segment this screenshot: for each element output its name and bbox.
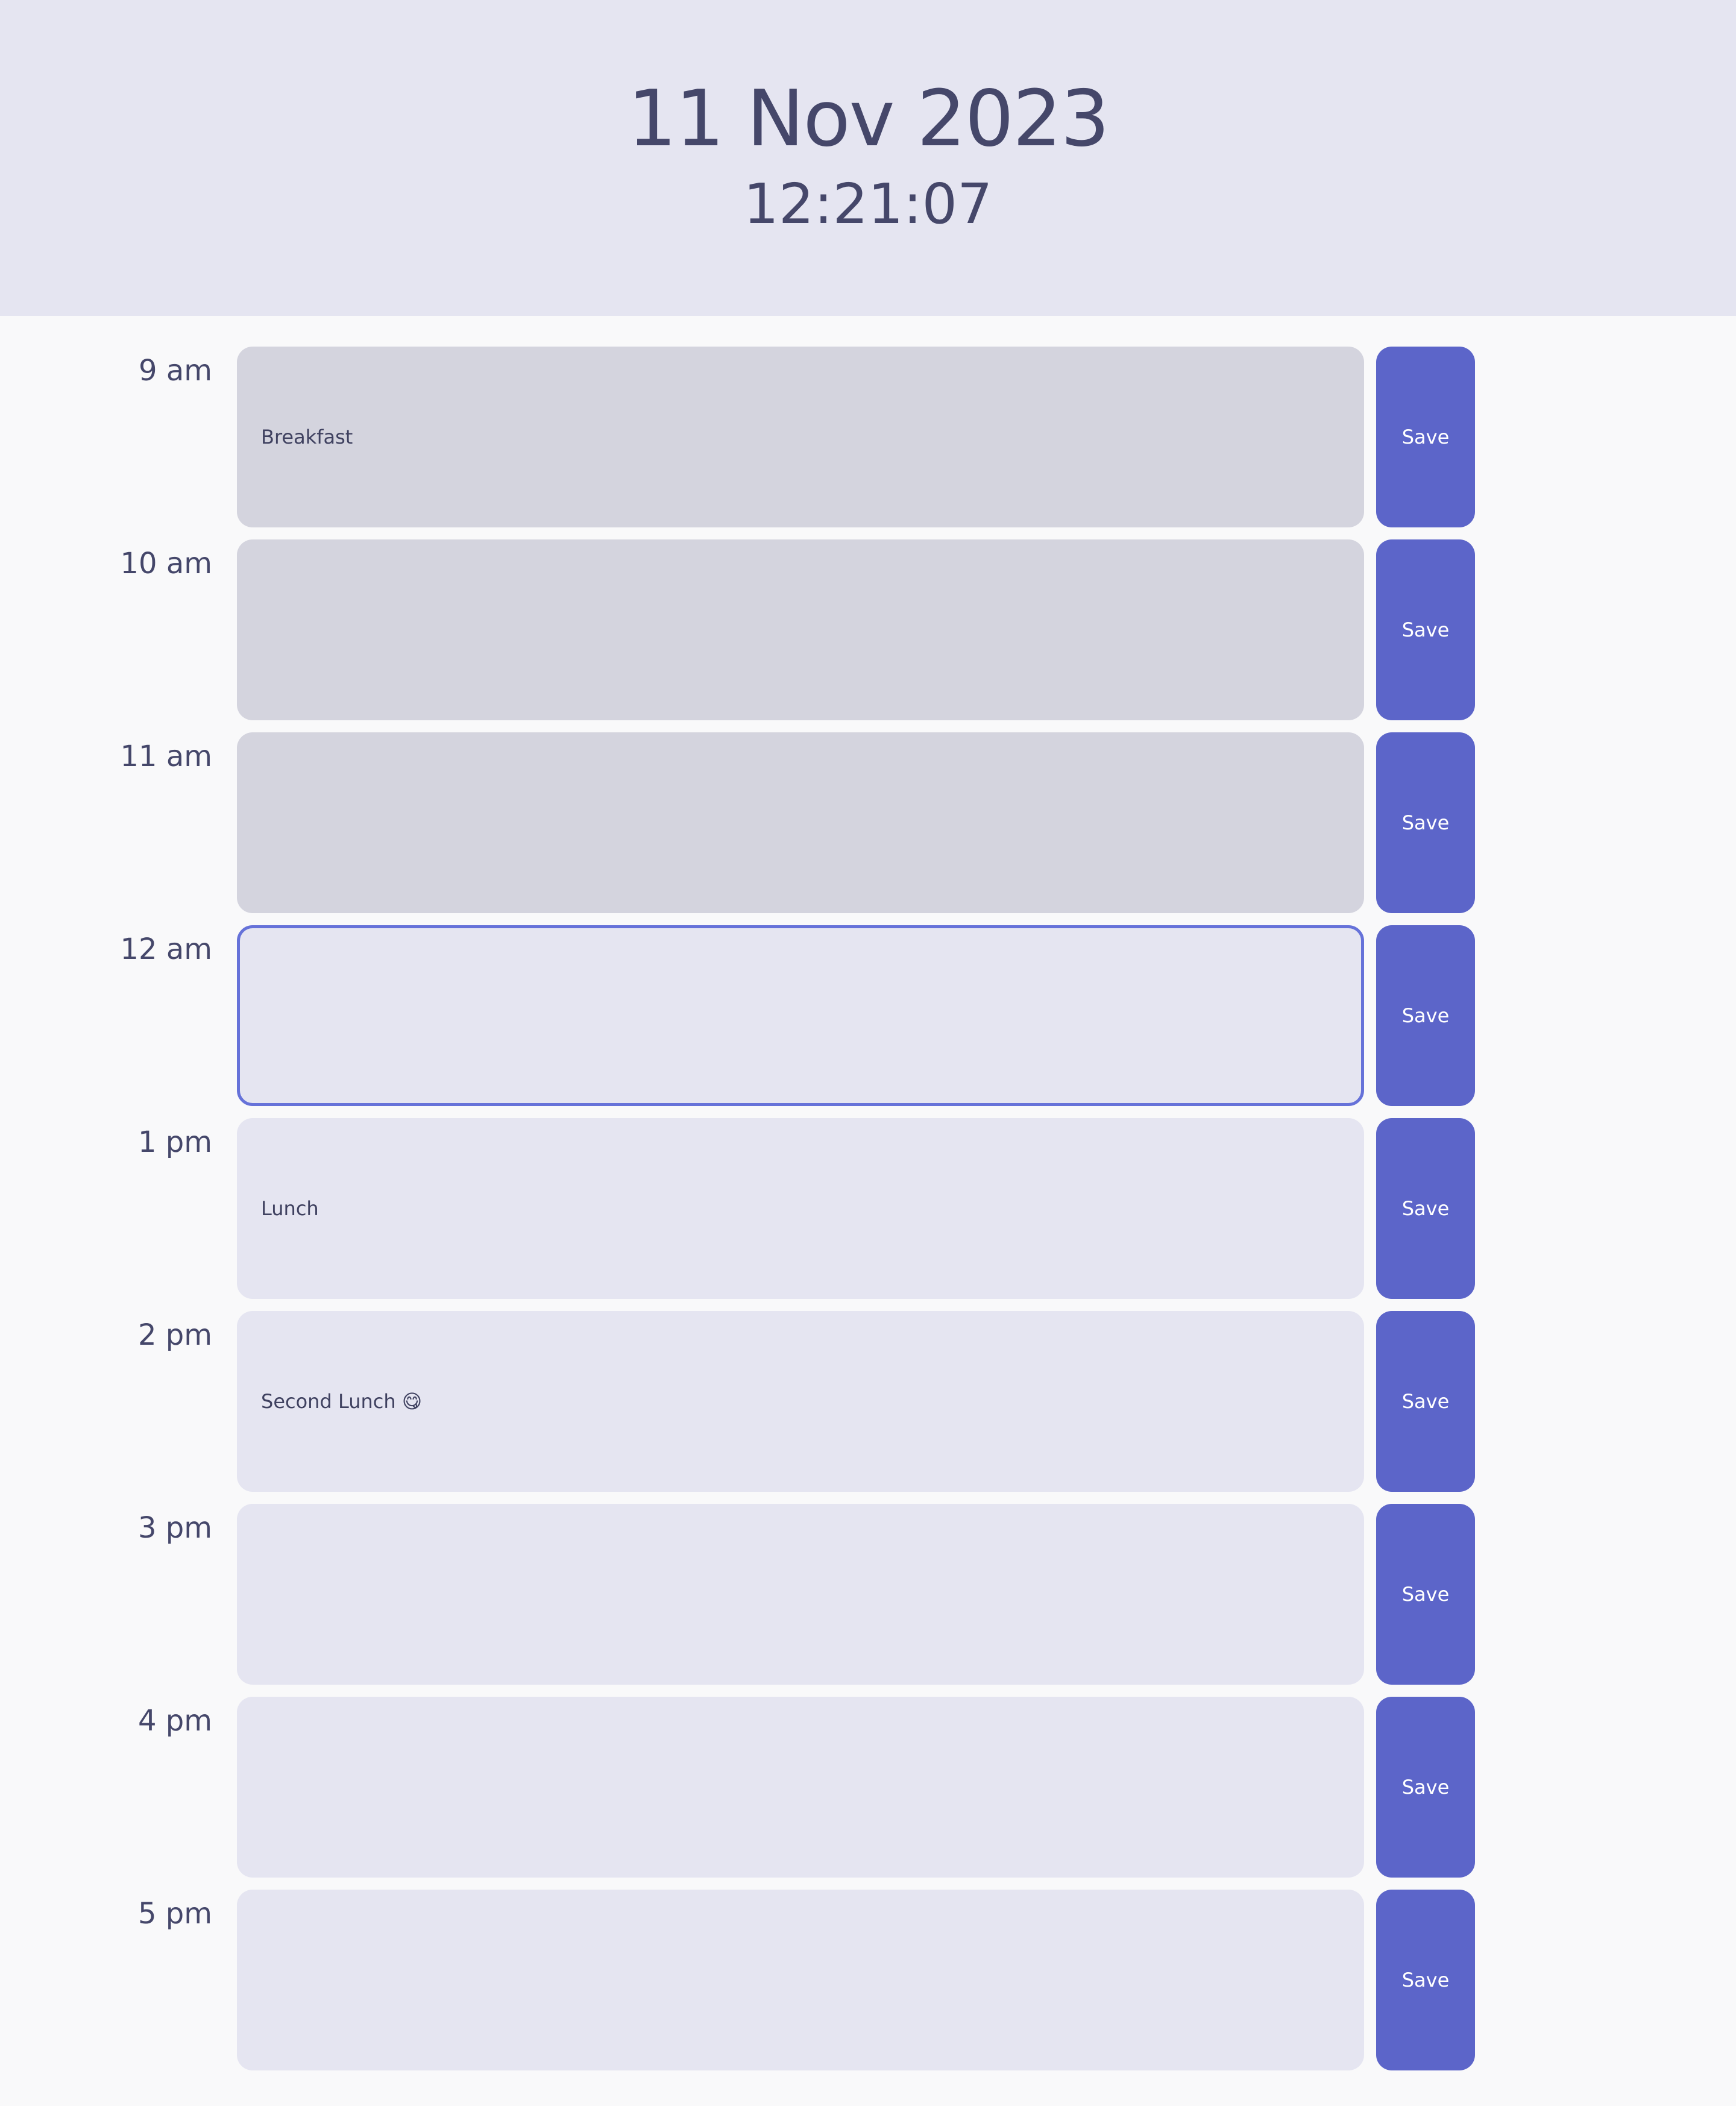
current-time: 12:21:07 (743, 172, 993, 236)
event-input[interactable] (237, 1697, 1364, 1878)
event-input[interactable] (237, 1504, 1364, 1685)
hour-label: 1 pm (137, 1125, 212, 1159)
hour-label: 9 am (139, 354, 212, 388)
event-input[interactable]: Second Lunch 😋 (237, 1311, 1364, 1492)
current-date: 11 Nov 2023 (627, 74, 1110, 164)
time-block-row: 2 pm Second Lunch 😋 Save (0, 1311, 1736, 1492)
save-button[interactable]: Save (1376, 347, 1475, 527)
time-block-row: 1 pm Lunch Save (0, 1118, 1736, 1299)
hour-label: 2 pm (137, 1318, 212, 1352)
save-button[interactable]: Save (1376, 1504, 1475, 1685)
hour-label: 5 pm (137, 1897, 212, 1931)
event-input[interactable]: Lunch (237, 1118, 1364, 1299)
hour-label: 10 am (120, 547, 212, 580)
hour-label: 4 pm (137, 1704, 212, 1738)
hour-label: 11 am (120, 740, 212, 773)
event-input[interactable] (237, 732, 1364, 913)
time-block-row: 3 pm Save (0, 1504, 1736, 1685)
save-button[interactable]: Save (1376, 925, 1475, 1106)
time-block-row: 4 pm Save (0, 1697, 1736, 1878)
time-block-row: 11 am Save (0, 732, 1736, 913)
save-button[interactable]: Save (1376, 539, 1475, 720)
save-button[interactable]: Save (1376, 1311, 1475, 1492)
hour-label: 12 am (120, 932, 212, 966)
hour-label: 3 pm (137, 1511, 212, 1545)
save-button[interactable]: Save (1376, 732, 1475, 913)
time-block-row: 12 am Save (0, 925, 1736, 1106)
save-button[interactable]: Save (1376, 1890, 1475, 2070)
save-button[interactable]: Save (1376, 1697, 1475, 1878)
event-input[interactable] (237, 539, 1364, 720)
time-block-row: 5 pm Save (0, 1890, 1736, 2070)
time-block-row: 10 am Save (0, 539, 1736, 720)
event-input[interactable] (237, 1890, 1364, 2070)
event-input[interactable]: Breakfast (237, 347, 1364, 527)
save-button[interactable]: Save (1376, 1118, 1475, 1299)
event-input[interactable] (237, 925, 1364, 1106)
header: 11 Nov 2023 12:21:07 (0, 0, 1736, 316)
time-block-row: 9 am Breakfast Save (0, 347, 1736, 527)
